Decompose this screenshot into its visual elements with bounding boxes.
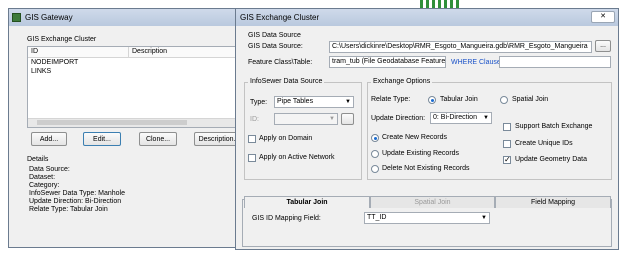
update-geometry-checkbox[interactable]: ✓ — [503, 156, 511, 164]
feature-class-label: Feature Class\Table: — [248, 59, 313, 66]
apply-network-checkbox[interactable] — [248, 154, 256, 162]
delete-not-existing-label: Delete Not Existing Records — [382, 165, 470, 172]
where-clause-label: WHERE Clause: — [451, 59, 503, 66]
cluster-list[interactable]: ID Description NODEIMPORT LINKS — [27, 46, 249, 128]
gis-gateway-titlebar: GIS Gateway — [9, 9, 249, 26]
create-new-records-radio[interactable] — [371, 134, 379, 142]
chevron-down-icon: ▼ — [483, 115, 489, 121]
checkmark-icon: ✓ — [504, 155, 511, 164]
id-dropdown[interactable]: ▼ — [274, 113, 338, 125]
update-direction-dropdown[interactable]: 0: Bi-Direction ▼ — [430, 112, 492, 124]
support-batch-checkbox[interactable] — [503, 123, 511, 131]
close-button[interactable]: ✕ — [591, 11, 615, 23]
detail-relate-type: Relate Type: Tabular Join — [29, 206, 108, 213]
tab-tabular-join[interactable]: Tabular Join — [244, 196, 370, 208]
horizontal-scrollbar[interactable] — [28, 118, 248, 127]
apply-network-label: Apply on Active Network — [259, 154, 335, 161]
cluster-title: GIS Exchange Cluster — [240, 13, 320, 22]
update-geometry-label: Update Geometry Data — [515, 156, 587, 163]
gis-data-source-field[interactable]: C:\Users\dickinre\Desktop\RMR_Esgoto_Man… — [329, 41, 592, 53]
update-existing-records-radio[interactable] — [371, 150, 379, 158]
gis-data-source-group-label: GIS Data Source — [248, 32, 301, 39]
close-icon: ✕ — [600, 13, 606, 20]
chevron-down-icon: ▼ — [329, 116, 335, 122]
exchange-options-label: Exchange Options — [371, 78, 433, 86]
gis-gateway-window: GIS Gateway GIS Exchange Cluster ID Desc… — [8, 8, 250, 248]
browse-button[interactable]: ... — [595, 40, 611, 52]
details-panel: Data Source: Dataset: Category: InfoSewe… — [27, 165, 249, 245]
gis-id-mapping-value: TT_ID — [367, 214, 387, 221]
infosewer-group-label: InfoSewer Data Source — [248, 78, 325, 86]
tab-spatial-join[interactable]: Spatial Join — [370, 196, 495, 208]
edit-button[interactable]: Edit... — [83, 132, 121, 146]
list-item[interactable]: NODEIMPORT — [31, 58, 78, 67]
cluster-titlebar: GIS Exchange Cluster — [236, 9, 618, 26]
chevron-down-icon: ▼ — [345, 99, 351, 105]
gis-id-mapping-dropdown[interactable]: TT_ID ▼ — [364, 212, 490, 224]
column-header-id[interactable]: ID — [31, 47, 38, 56]
feature-class-field[interactable]: tram_tub (File Geodatabase Feature — [329, 56, 446, 68]
column-header-description[interactable]: Description — [132, 47, 167, 56]
type-value: Pipe Tables — [277, 98, 314, 105]
tabular-join-radio-label: Tabular Join — [440, 96, 478, 103]
list-header: ID Description — [28, 47, 248, 58]
gis-gateway-title: GIS Gateway — [25, 13, 73, 22]
add-button[interactable]: Add... — [31, 132, 67, 146]
cluster-group-label: GIS Exchange Cluster — [27, 36, 97, 43]
spatial-join-radio[interactable] — [500, 96, 508, 104]
gis-id-mapping-label: GIS ID Mapping Field: — [252, 215, 321, 222]
gateway-icon — [12, 13, 21, 22]
tabular-join-radio[interactable] — [428, 96, 436, 104]
list-item[interactable]: LINKS — [31, 67, 51, 76]
type-dropdown[interactable]: Pipe Tables ▼ — [274, 96, 354, 108]
update-direction-value: 0: Bi-Direction — [433, 114, 477, 121]
create-unique-ids-checkbox[interactable] — [503, 140, 511, 148]
type-label: Type: — [250, 99, 268, 106]
update-existing-records-label: Update Existing Records — [382, 150, 460, 157]
id-label: ID: — [250, 116, 259, 123]
id-browse-button[interactable] — [341, 113, 354, 125]
update-direction-label: Update Direction: — [371, 115, 426, 122]
details-label: Details — [27, 156, 49, 163]
where-clause-field[interactable] — [499, 56, 611, 68]
spatial-join-radio-label: Spatial Join — [512, 96, 549, 103]
delete-not-existing-radio[interactable] — [371, 165, 379, 173]
apply-domain-checkbox[interactable] — [248, 135, 256, 143]
chevron-down-icon: ▼ — [481, 215, 487, 221]
support-batch-label: Support Batch Exchange — [515, 123, 593, 130]
apply-domain-label: Apply on Domain — [259, 135, 313, 142]
gis-data-source-label: GIS Data Source: — [248, 43, 303, 50]
create-new-records-label: Create New Records — [382, 134, 447, 141]
create-unique-ids-label: Create Unique IDs — [515, 140, 573, 147]
relate-type-label: Relate Type: — [371, 96, 411, 103]
tab-field-mapping[interactable]: Field Mapping — [495, 196, 611, 208]
clone-button[interactable]: Clone... — [139, 132, 177, 146]
gis-exchange-cluster-window: GIS Exchange Cluster ✕ GIS Data Source G… — [235, 8, 619, 250]
